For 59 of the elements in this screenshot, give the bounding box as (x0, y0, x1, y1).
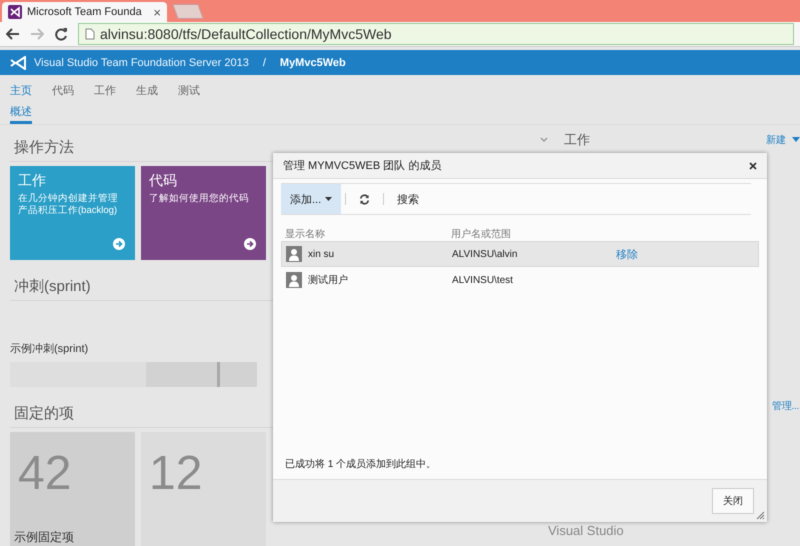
close-button[interactable]: 关闭 (712, 488, 754, 514)
close-icon[interactable]: × (153, 4, 161, 20)
reload-icon[interactable] (54, 27, 68, 41)
tile-count: 42 (18, 446, 72, 501)
member-name: xin su (308, 248, 334, 260)
breadcrumb-separator: / (262, 56, 266, 68)
address-field[interactable]: alvinsu:8080/tfs/DefaultCollection/MyMvc5Web (78, 23, 794, 45)
browser-tab[interactable]: Microsoft Team Founda × (2, 2, 167, 22)
manage-link[interactable]: 管理... (772, 401, 799, 412)
nav-tab[interactable]: 测试 (178, 83, 200, 104)
section-title: 工作 (564, 131, 591, 149)
product-name: Visual Studio Team Foundation Server 2013 (34, 56, 249, 68)
user-icon (286, 246, 302, 262)
column-header: 显示名称 (285, 228, 326, 241)
project-name[interactable]: MyMvc5Web (280, 56, 346, 68)
tile[interactable]: 代码 了解如何使用您的代码 (141, 166, 266, 260)
add-menu-button[interactable]: 添加... (281, 184, 342, 214)
tile[interactable]: 工作 在几分钟内创建并管理产品积压工作(backlog) (10, 166, 135, 260)
dialog-title: 管理 MYMVC5WEB 团队 的成员 (283, 159, 442, 173)
nav-tab[interactable]: 工作 (94, 83, 116, 104)
pinned-tile[interactable]: 12 (141, 432, 266, 546)
logo-icon (10, 56, 26, 70)
status-message: 已成功将 1 个成员添加到此组中。 (284, 458, 438, 472)
tile-text: 在几分钟内创建并管理产品积压工作(backlog) (18, 193, 119, 217)
new-link[interactable]: 新建 (766, 133, 786, 147)
caret-icon[interactable] (792, 137, 800, 143)
tab-title: Microsoft Team Founda (27, 6, 143, 18)
member-name: 测试用户 (308, 274, 348, 287)
refresh-icon (359, 194, 370, 204)
sprint-name[interactable]: 示例冲刺(sprint) (10, 341, 268, 356)
section-title: Visual Studio (548, 523, 625, 538)
subnav-tab[interactable]: 概述 (10, 104, 32, 124)
member-account: ALVINSU\alvin (452, 248, 518, 260)
user-icon (286, 272, 302, 288)
page-icon (85, 28, 95, 40)
nav-tab[interactable]: 主页 (10, 83, 32, 104)
logo-icon (8, 5, 22, 19)
tile-count: 12 (149, 446, 202, 501)
member-account: ALVINSU\test (452, 274, 514, 286)
tile-label: 示例固定项 (14, 529, 74, 546)
nav-tab[interactable]: 生成 (136, 83, 158, 104)
chevron-icon[interactable] (540, 137, 548, 143)
tile-title: 工作 (18, 172, 47, 190)
back-icon[interactable] (6, 28, 20, 40)
caret-icon (325, 196, 332, 202)
resize-grip-icon[interactable] (756, 511, 765, 520)
tile-text: 了解如何使用您的代码 (149, 193, 250, 205)
tile-title: 代码 (149, 172, 178, 190)
remove-link[interactable]: 移除 (616, 246, 754, 262)
search-button[interactable]: 搜索 (388, 184, 428, 214)
arrow-icon[interactable] (244, 238, 256, 250)
member-row[interactable]: 测试用户 ALVINSU\test (281, 267, 759, 293)
pinned-tile[interactable]: 42 示例固定项 (10, 432, 135, 546)
nav-tab[interactable]: 代码 (52, 83, 74, 104)
close-icon[interactable] (749, 162, 757, 170)
member-row[interactable]: xin su ALVINSU\alvin 移除 (281, 241, 759, 267)
arrow-icon[interactable] (113, 238, 125, 250)
column-header: 用户名或范围 (451, 228, 512, 241)
url-text: alvinsu:8080/tfs/DefaultCollection/MyMvc5Web (100, 26, 392, 42)
